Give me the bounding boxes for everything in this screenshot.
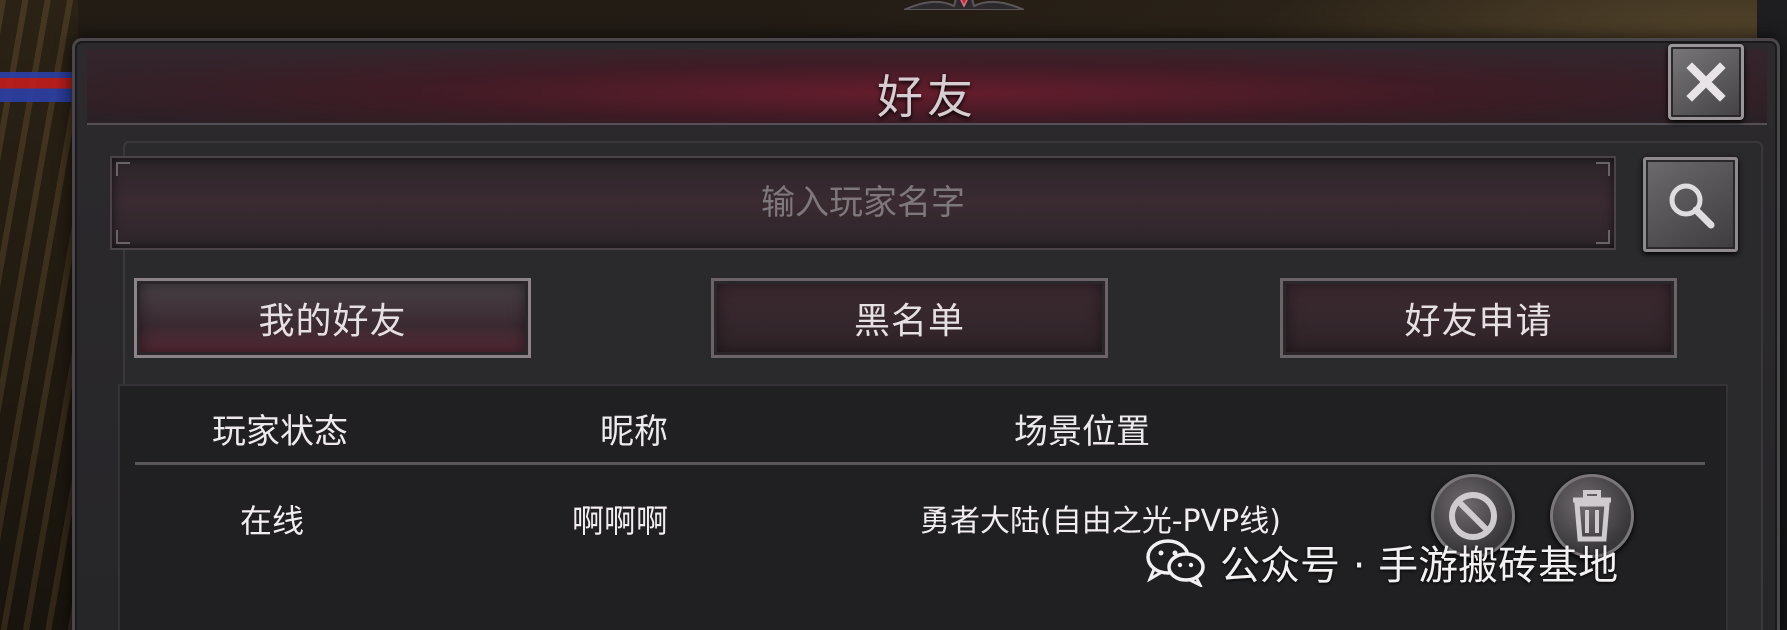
header-divider xyxy=(135,462,1705,465)
corner-ornament xyxy=(1596,162,1610,176)
wechat-icon xyxy=(1146,539,1205,587)
player-name-input[interactable] xyxy=(112,158,1614,248)
corner-ornament xyxy=(1596,230,1610,244)
search-field xyxy=(110,156,1616,250)
title-bar: 好友 xyxy=(87,49,1767,125)
game-screen: 好友 我的好友 黑名单 好友申请 玩家状态 昵称 场景位置 在线 啊啊啊 勇者大… xyxy=(0,0,1787,630)
close-button[interactable] xyxy=(1668,44,1744,120)
column-header-nickname: 昵称 xyxy=(600,412,668,452)
watermark-text: 公众号 · 手游搬砖基地 xyxy=(1220,543,1619,589)
corner-ornament xyxy=(116,230,130,244)
column-header-location: 场景位置 xyxy=(1014,412,1150,452)
search-icon xyxy=(1669,183,1714,228)
watermark: 公众号 · 手游搬砖基地 xyxy=(1144,534,1618,590)
dialog-title: 好友 xyxy=(877,70,977,124)
friend-status: 在线 xyxy=(240,502,305,540)
search-button[interactable] xyxy=(1643,157,1738,252)
crest-ornament-icon xyxy=(904,0,1024,10)
tab-friend-requests[interactable]: 好友申请 xyxy=(1280,278,1677,358)
close-icon xyxy=(1686,62,1726,102)
column-header-status: 玩家状态 xyxy=(212,412,348,452)
corner-ornament xyxy=(116,162,130,176)
tab-my-friends[interactable]: 我的好友 xyxy=(134,278,531,358)
friend-nickname: 啊啊啊 xyxy=(572,502,669,540)
background-banner xyxy=(0,72,78,102)
tab-blacklist[interactable]: 黑名单 xyxy=(711,278,1108,358)
